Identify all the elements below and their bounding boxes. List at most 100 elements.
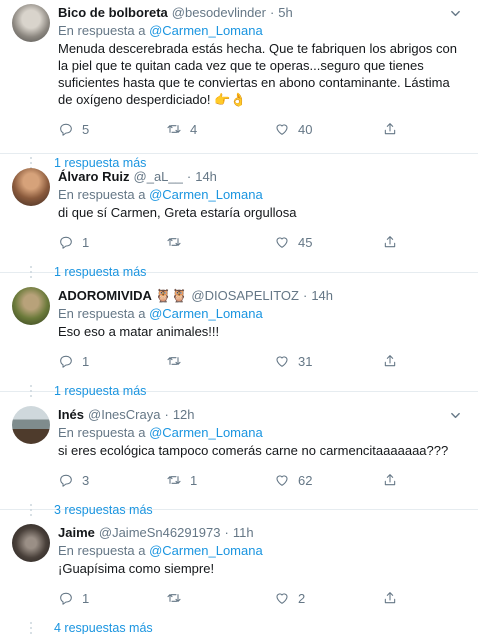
tweet-text: Menuda descerebrada estás hecha. Que te … — [58, 41, 457, 107]
retweet-icon — [167, 357, 181, 365]
reply-count: 1 — [82, 234, 90, 250]
reply-button[interactable]: 1 — [58, 590, 166, 606]
share-button[interactable] — [382, 590, 412, 606]
tweet-header: Álvaro Ruiz @_aL__ · 14h — [58, 168, 466, 186]
share-button[interactable] — [382, 353, 412, 369]
retweet-button[interactable] — [166, 353, 274, 369]
like-count: 62 — [298, 472, 313, 488]
separator: · — [164, 407, 169, 422]
reply-button[interactable]: 3 — [58, 472, 166, 488]
like-button[interactable]: 62 — [274, 472, 382, 488]
user-handle[interactable]: @DIOSAPELITOZ — [191, 287, 299, 305]
retweet-count: 1 — [190, 472, 198, 488]
thread-dots — [8, 622, 54, 634]
timestamp[interactable]: 14h — [195, 168, 217, 186]
tweet-text: ¡Guapísima como siempre! — [58, 561, 215, 576]
separator: · — [269, 5, 275, 20]
display-name[interactable]: ADOROMIVIDA 🦉🦉 — [58, 287, 187, 305]
reply-context: En respuesta a @Carmen_Lomana — [58, 543, 263, 558]
tweet[interactable]: Inés @InesCraya · 12h En respuesta a @Ca… — [0, 392, 478, 490]
share-icon — [384, 355, 396, 367]
separator: · — [302, 288, 308, 303]
mention-link[interactable]: @Carmen_Lomana — [149, 23, 263, 38]
separator: · — [224, 525, 229, 540]
heart-icon — [276, 593, 288, 604]
chevron-down-icon[interactable] — [446, 406, 464, 424]
share-icon — [384, 474, 396, 486]
retweet-icon — [167, 125, 181, 133]
share-button[interactable] — [382, 472, 412, 488]
display-name[interactable]: Bico de bolboreta — [58, 4, 168, 22]
retweet-icon — [167, 476, 181, 484]
tweet-text: di que sí Carmen, Greta estaría orgullos… — [58, 205, 297, 220]
separator: · — [186, 169, 192, 184]
retweet-button[interactable] — [166, 590, 274, 606]
mention-link[interactable]: @Carmen_Lomana — [149, 543, 263, 558]
like-count: 31 — [298, 353, 313, 369]
avatar[interactable] — [12, 406, 50, 444]
user-handle[interactable]: @besodevlinder — [172, 4, 266, 22]
like-button[interactable]: 45 — [274, 234, 382, 250]
tweet[interactable]: Álvaro Ruiz @_aL__ · 14h En respuesta a … — [0, 154, 478, 252]
like-count: 45 — [298, 234, 313, 250]
like-button[interactable]: 2 — [274, 590, 382, 606]
share-icon — [384, 236, 396, 248]
reply-icon — [60, 355, 72, 368]
reply-count: 3 — [82, 472, 90, 488]
mention-link[interactable]: @Carmen_Lomana — [149, 306, 263, 321]
heart-icon — [276, 124, 288, 135]
chevron-down-icon[interactable] — [446, 4, 464, 22]
more-replies-link[interactable]: 4 respuestas más — [54, 621, 153, 634]
retweet-button[interactable] — [166, 234, 274, 250]
like-count: 40 — [298, 121, 313, 137]
user-handle[interactable]: @JaimeSn46291973 — [99, 524, 221, 542]
avatar[interactable] — [12, 287, 50, 325]
user-handle[interactable]: @InesCraya — [88, 406, 160, 424]
timestamp[interactable]: 12h — [173, 406, 195, 424]
tweet[interactable]: Bico de bolboreta @besodevlinder · 5h En… — [0, 0, 478, 139]
replies-feed: Bico de bolboreta @besodevlinder · 5h En… — [0, 0, 478, 634]
mention-link[interactable]: @Carmen_Lomana — [149, 187, 263, 202]
share-button[interactable] — [382, 234, 412, 250]
reply-count: 1 — [82, 590, 90, 606]
share-button[interactable] — [382, 121, 412, 137]
tweet-text: Eso eso a matar animales!!! — [58, 324, 220, 339]
retweet-icon — [167, 238, 181, 246]
reply-button[interactable]: 5 — [58, 121, 166, 137]
like-button[interactable]: 31 — [274, 353, 382, 369]
reply-thread: Bico de bolboreta @besodevlinder · 5h En… — [0, 0, 478, 170]
timestamp[interactable]: 14h — [311, 287, 333, 305]
reply-context: En respuesta a @Carmen_Lomana — [58, 425, 263, 440]
retweet-button[interactable]: 1 — [166, 472, 274, 488]
reply-thread: Álvaro Ruiz @_aL__ · 14h En respuesta a … — [0, 154, 478, 279]
reply-button[interactable]: 1 — [58, 353, 166, 369]
tweet[interactable]: ADOROMIVIDA 🦉🦉 @DIOSAPELITOZ · 14h En re… — [0, 273, 478, 371]
tweet-header: ADOROMIVIDA 🦉🦉 @DIOSAPELITOZ · 14h — [58, 287, 466, 305]
more-replies-row[interactable]: 4 respuestas más — [0, 616, 478, 634]
user-handle[interactable]: @_aL__ — [134, 168, 183, 186]
retweet-button[interactable]: 4 — [166, 121, 274, 137]
display-name[interactable]: Jaime — [58, 524, 95, 542]
avatar[interactable] — [12, 168, 50, 206]
reply-button[interactable]: 1 — [58, 234, 166, 250]
action-bar: 1 31 — [58, 351, 466, 371]
timestamp[interactable]: 11h — [233, 524, 254, 542]
mention-link[interactable]: @Carmen_Lomana — [149, 425, 263, 440]
avatar[interactable] — [12, 4, 50, 42]
reply-thread: Jaime @JaimeSn46291973 · 11h En respuest… — [0, 510, 478, 634]
action-bar: 1 2 — [58, 588, 466, 608]
display-name[interactable]: Inés — [58, 406, 84, 424]
reply-icon — [60, 123, 72, 136]
reply-thread: Inés @InesCraya · 12h En respuesta a @Ca… — [0, 392, 478, 517]
reply-context: En respuesta a @Carmen_Lomana — [58, 306, 263, 321]
like-count: 2 — [298, 590, 306, 606]
heart-icon — [276, 475, 288, 486]
display-name[interactable]: Álvaro Ruiz — [58, 168, 130, 186]
avatar[interactable] — [12, 524, 50, 562]
like-button[interactable]: 40 — [274, 121, 382, 137]
timestamp[interactable]: 5h — [278, 4, 292, 22]
heart-icon — [276, 356, 288, 367]
reply-context: En respuesta a @Carmen_Lomana — [58, 187, 263, 202]
tweet[interactable]: Jaime @JaimeSn46291973 · 11h En respuest… — [0, 510, 478, 608]
reply-icon — [60, 592, 72, 605]
